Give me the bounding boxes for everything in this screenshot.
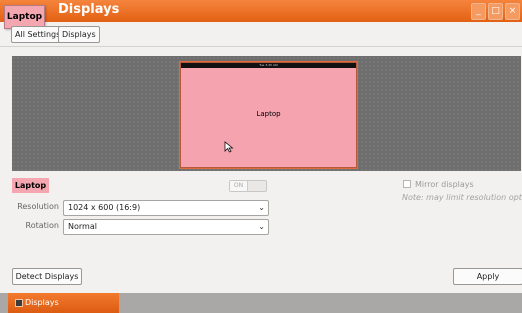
toggle-on-label: ON	[230, 181, 248, 191]
all-settings-button[interactable]: All Settings	[11, 26, 65, 43]
taskbar-item-displays[interactable]: Displays	[8, 293, 119, 313]
display-name-label: Laptop	[12, 178, 49, 193]
resolution-value: 1024 x 600 (16:9)	[68, 203, 141, 212]
detect-displays-button[interactable]: Detect Displays	[12, 268, 82, 285]
window-titlebar: Displays _ □ ×	[0, 0, 522, 22]
mirror-note: Note: may limit resolution options	[402, 193, 522, 202]
chevron-down-icon: ⌄	[258, 222, 265, 231]
taskbar-item-label: Displays	[25, 298, 59, 307]
checkbox-icon	[403, 180, 411, 188]
maximize-button[interactable]: □	[488, 3, 503, 20]
window-controls: _ □ ×	[471, 3, 520, 20]
mouse-pointer-icon	[224, 141, 234, 153]
resolution-label: Resolution	[17, 202, 59, 211]
toolbar: All Settings Displays	[0, 22, 522, 47]
apply-button[interactable]: Apply	[453, 268, 522, 285]
rotation-select[interactable]: Normal ⌄	[63, 219, 269, 235]
rotation-label: Rotation	[25, 221, 59, 230]
monitor-preview[interactable]: Tue 3:45 AM Laptop	[180, 62, 357, 168]
monitor-label: Laptop	[256, 110, 281, 118]
taskbar: Displays	[0, 293, 522, 313]
displays-breadcrumb-button[interactable]: Displays	[58, 26, 100, 43]
minimize-button[interactable]: _	[471, 3, 486, 20]
mirror-displays-label: Mirror displays	[415, 180, 474, 189]
resolution-select[interactable]: 1024 x 600 (16:9) ⌄	[63, 200, 269, 216]
chevron-down-icon: ⌄	[258, 203, 265, 212]
display-on-off-toggle[interactable]: ON	[229, 180, 267, 192]
monitor-top-bar: Tue 3:45 AM	[181, 63, 356, 68]
close-button[interactable]: ×	[505, 3, 520, 20]
display-app-icon	[15, 299, 23, 307]
window-title: Displays	[58, 2, 120, 17]
rotation-value: Normal	[68, 222, 97, 231]
mirror-displays-checkbox[interactable]: Mirror displays	[403, 180, 474, 189]
